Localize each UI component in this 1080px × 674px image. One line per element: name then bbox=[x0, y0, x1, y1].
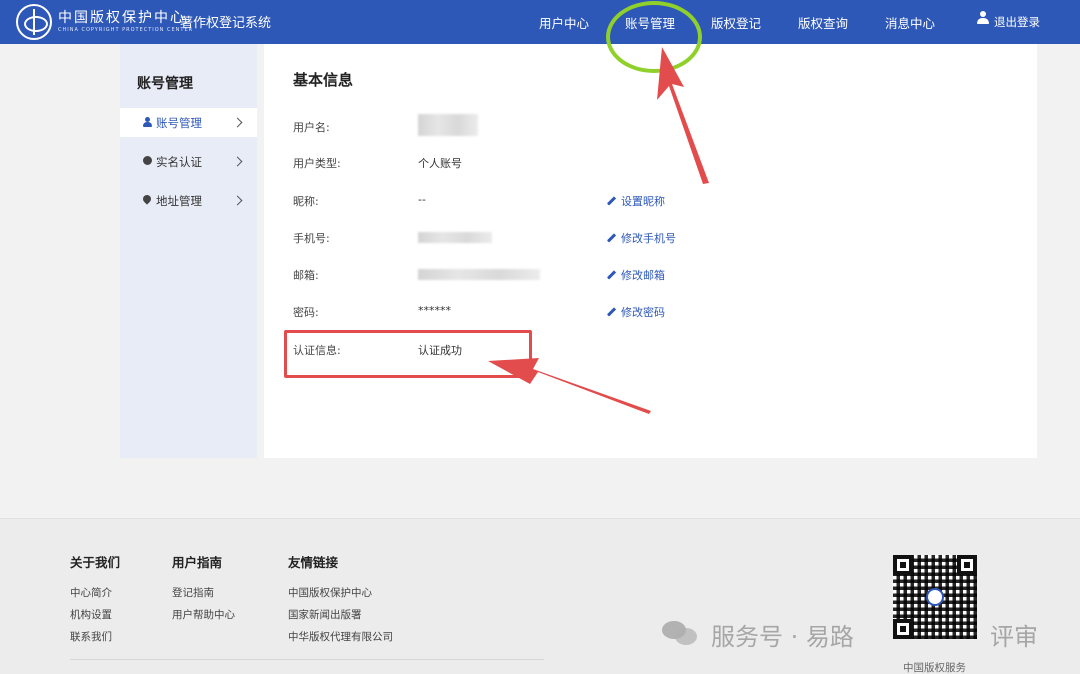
footer-link[interactable]: 登记指南 bbox=[172, 585, 214, 600]
wechat-icon bbox=[662, 621, 702, 647]
arrow-to-account-nav bbox=[657, 47, 709, 184]
footer: 关于我们 中心简介 机构设置 联系我们 用户指南 登记指南 用户帮助中心 友情链… bbox=[0, 518, 1080, 674]
footer-divider bbox=[70, 659, 544, 660]
watermark-text-tail: 评审 bbox=[990, 623, 1038, 651]
footer-heading-links: 友情链接 bbox=[288, 555, 339, 570]
arrow-to-verification bbox=[488, 358, 651, 414]
qr-finder bbox=[893, 555, 913, 575]
qr-code bbox=[893, 555, 977, 639]
footer-link[interactable]: 机构设置 bbox=[70, 607, 112, 622]
qr-logo-icon bbox=[926, 588, 944, 606]
watermark-text: 服务号 · 易路 bbox=[711, 623, 854, 651]
footer-heading-about: 关于我们 bbox=[70, 555, 121, 570]
footer-link[interactable]: 中心简介 bbox=[70, 585, 112, 600]
qr-finder bbox=[893, 619, 913, 639]
footer-link[interactable]: 国家新闻出版署 bbox=[288, 607, 362, 622]
footer-link[interactable]: 用户帮助中心 bbox=[172, 607, 235, 622]
footer-link[interactable]: 中华版权代理有限公司 bbox=[288, 629, 393, 644]
qr-caption: 中国版权服务 bbox=[903, 662, 966, 674]
footer-link[interactable]: 中国版权保护中心 bbox=[288, 585, 372, 600]
footer-heading-guide: 用户指南 bbox=[172, 555, 223, 570]
footer-link[interactable]: 联系我们 bbox=[70, 629, 112, 644]
qr-finder bbox=[957, 555, 977, 575]
